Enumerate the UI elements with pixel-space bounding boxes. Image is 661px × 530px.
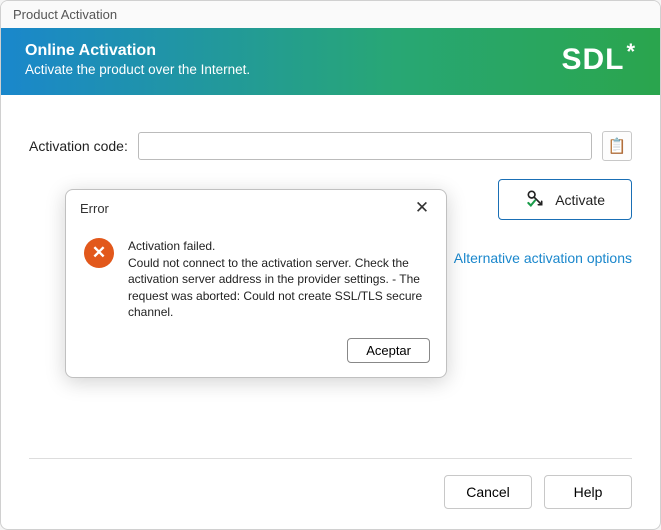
clipboard-icon: 📋 (608, 137, 627, 155)
activation-code-input[interactable] (138, 132, 592, 160)
sdl-logo: SDL * (561, 43, 636, 77)
error-dialog: Error ✕ ✕ Activation failed. Could not c… (65, 189, 447, 378)
activation-window: Product Activation Online Activation Act… (0, 0, 661, 530)
key-check-icon (525, 188, 545, 211)
cancel-button[interactable]: Cancel (444, 475, 532, 509)
dialog-close-button[interactable]: ✕ (408, 196, 436, 220)
activate-button[interactable]: Activate (498, 179, 632, 220)
error-body: Could not connect to the activation serv… (128, 256, 422, 319)
error-message: Activation failed. Could not connect to … (128, 238, 428, 320)
banner-subtitle: Activate the product over the Internet. (25, 62, 250, 77)
close-icon: ✕ (415, 198, 429, 218)
error-headline: Activation failed. (128, 238, 428, 254)
banner: Online Activation Activate the product o… (1, 28, 660, 95)
logo-star-icon: * (626, 41, 636, 63)
window-title: Product Activation (1, 1, 660, 28)
error-icon: ✕ (84, 238, 114, 268)
dialog-title: Error (80, 201, 109, 216)
help-button[interactable]: Help (544, 475, 632, 509)
footer: Cancel Help (1, 459, 660, 529)
logo-text: SDL (561, 43, 624, 77)
paste-button[interactable]: 📋 (602, 131, 632, 161)
dialog-accept-button[interactable]: Aceptar (347, 338, 430, 363)
activate-button-label: Activate (555, 192, 605, 208)
activation-code-label: Activation code: (29, 138, 128, 154)
banner-title: Online Activation (25, 42, 250, 60)
